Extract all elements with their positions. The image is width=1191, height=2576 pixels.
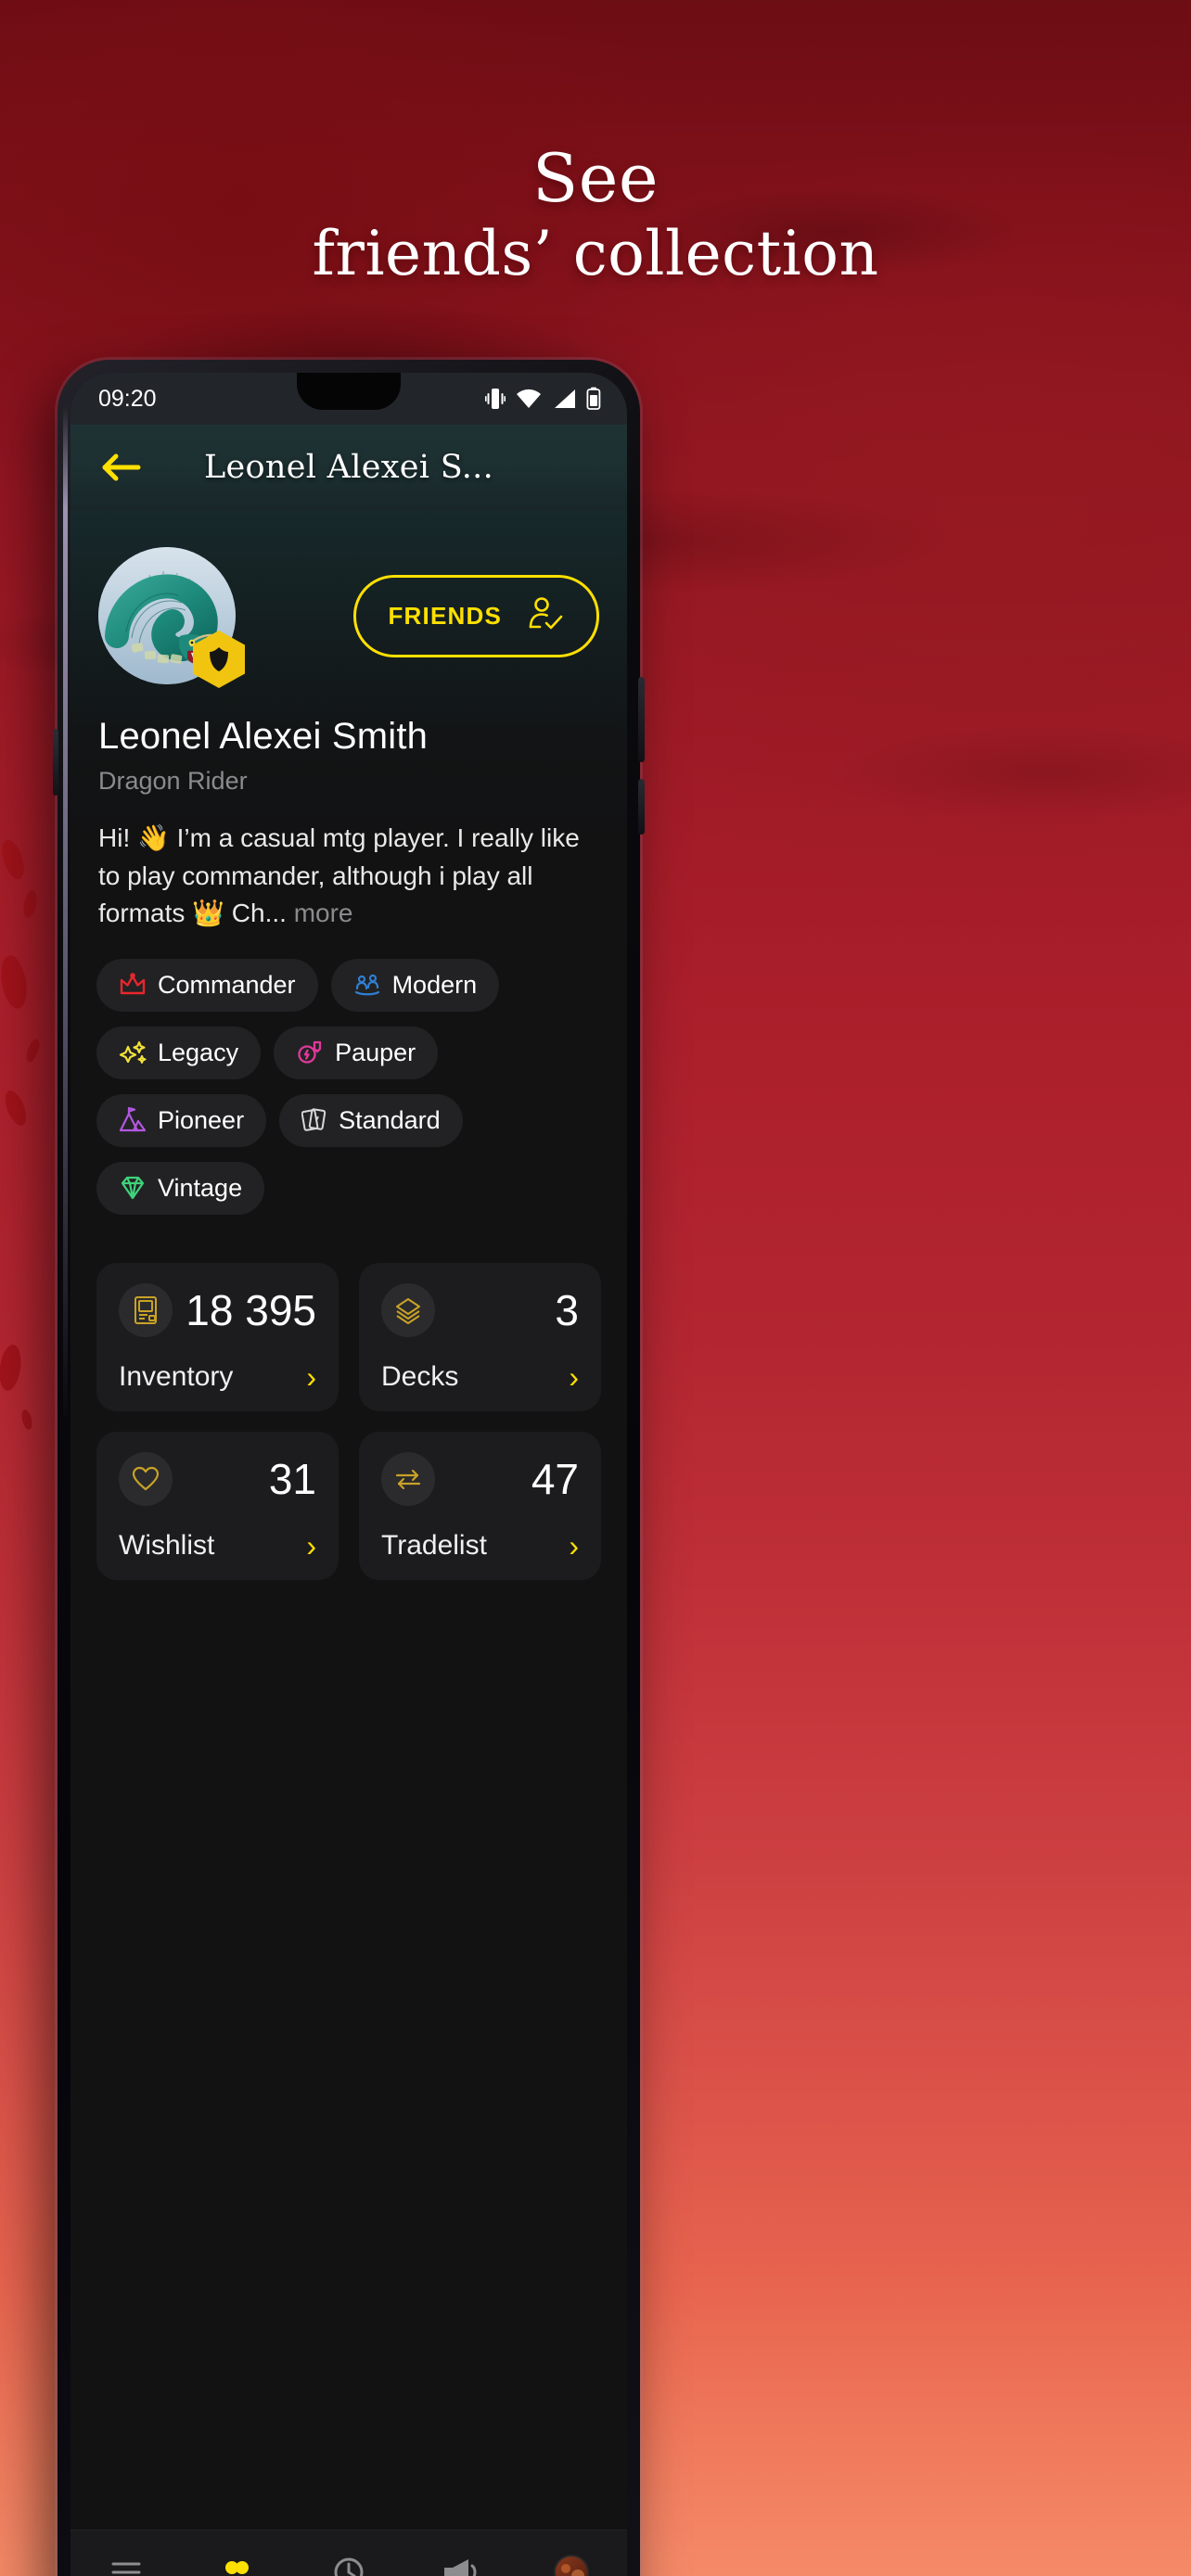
vibrate-icon [485, 387, 506, 411]
nav-item-megaphone[interactable] [404, 2531, 516, 2576]
clock-icon [331, 2555, 366, 2576]
stat-card-tradelist[interactable]: 47 Tradelist › [359, 1431, 601, 1580]
chevron-right-icon[interactable]: › [306, 1362, 316, 1392]
bottom-navigation [70, 2530, 627, 2576]
profile-bio[interactable]: Hi! 👋 I’m a casual mtg player. I really … [70, 796, 627, 933]
stat-card-label: Tradelist [381, 1529, 487, 1561]
stat-card-label: Decks [381, 1360, 459, 1392]
stat-card-label: Inventory [119, 1360, 234, 1392]
stat-card-label: Wishlist [119, 1529, 215, 1561]
profile-icon [553, 2554, 590, 2576]
format-chip-label: Commander [158, 970, 296, 999]
phone-screen: 09:20 Leonel Alexei S... FRIENDS Leonel … [70, 373, 627, 2576]
stat-card-value: 18 395 [186, 1285, 316, 1334]
person-check-icon [526, 594, 565, 638]
stat-card-top: 31 [119, 1451, 316, 1506]
format-chip-label: Vintage [158, 1173, 243, 1202]
headline-line-1: See [531, 139, 660, 217]
format-chip-modern[interactable]: Modern [330, 958, 500, 1012]
friends-button[interactable]: FRIENDS [353, 574, 599, 657]
profile-screen: FRIENDS Leonel Alexei Smith Dragon Rider [70, 510, 627, 2576]
profile-header-row: FRIENDS [70, 510, 627, 688]
display-name: Leonel Alexei Smith [98, 716, 429, 757]
stat-card-wishlist[interactable]: 31 Wishlist › [96, 1431, 339, 1580]
nav-item-profile[interactable] [516, 2531, 627, 2576]
format-chip-legacy[interactable]: Legacy [96, 1026, 262, 1079]
format-chip-pioneer[interactable]: Pioneer [96, 1093, 267, 1147]
phone-left-rim [63, 406, 68, 1426]
stat-card-bottom: Tradelist › [381, 1530, 579, 1562]
format-chip-label: Pauper [335, 1038, 416, 1066]
crown-icon [119, 973, 147, 997]
wifi-icon [516, 389, 542, 409]
megaphone-icon [441, 2557, 480, 2576]
format-chip-label: Legacy [158, 1038, 239, 1066]
stat-card-value: 3 [555, 1285, 579, 1334]
phone-left-button [53, 729, 58, 796]
nav-item-cards[interactable] [182, 2531, 293, 2576]
format-chip-label: Standard [339, 1105, 441, 1134]
status-bar-clock: 09:20 [98, 385, 157, 412]
format-chip-label: Pioneer [158, 1105, 245, 1134]
format-chip-list: Commander Modern Legacy Pauper Pioneer S… [70, 933, 627, 1215]
format-chip-label: Modern [391, 970, 478, 999]
decks-icon [381, 1282, 435, 1337]
format-chip-commander[interactable]: Commander [96, 958, 318, 1012]
stat-card-grid: 18 395 Inventory › 3 Decks › 31 Wishlist… [70, 1215, 627, 1580]
swap-icon [381, 1451, 435, 1506]
sparkles-icon [119, 1039, 147, 1065]
format-chip-vintage[interactable]: Vintage [96, 1161, 265, 1215]
phone-power-button [638, 779, 645, 835]
stat-card-top: 47 [381, 1451, 579, 1506]
mountain-flag-icon [119, 1107, 147, 1133]
name-block: Leonel Alexei Smith Dragon Rider [70, 684, 627, 796]
stat-card-decks[interactable]: 3 Decks › [359, 1262, 601, 1411]
back-arrow-icon[interactable] [95, 441, 147, 493]
nav-item-clock[interactable] [293, 2531, 404, 2576]
stat-card-bottom: Wishlist › [119, 1530, 316, 1562]
signal-icon [552, 389, 576, 409]
stat-card-top: 18 395 [119, 1282, 316, 1337]
camera-notch [297, 373, 401, 410]
page-title: Leonel Alexei S... [203, 449, 494, 486]
heart-icon [119, 1451, 173, 1506]
cards-icon [301, 1107, 327, 1133]
inventory-icon [119, 1282, 173, 1337]
stat-card-value: 47 [531, 1454, 579, 1503]
app-bar: Leonel Alexei S... [70, 425, 627, 510]
chevron-right-icon[interactable]: › [569, 1531, 579, 1561]
status-bar-icons [485, 387, 601, 411]
gem-icon [119, 1175, 147, 1201]
status-bar: 09:20 [70, 373, 627, 425]
battery-icon [586, 387, 601, 411]
stat-card-bottom: Inventory › [119, 1361, 316, 1393]
list-icon [108, 2557, 145, 2576]
headline-line-2: friends’ collection [312, 217, 879, 289]
phone-volume-button [638, 677, 645, 762]
promo-headline: See friends’ collection [0, 139, 1191, 290]
phone-mockup: 09:20 Leonel Alexei S... FRIENDS Leonel … [53, 360, 645, 2576]
stat-card-bottom: Decks › [381, 1361, 579, 1393]
friends-button-label: FRIENDS [388, 601, 502, 630]
stat-card-top: 3 [381, 1282, 579, 1337]
bio-more-link[interactable]: more [294, 899, 353, 927]
avatar-wrapper [98, 547, 245, 688]
stat-card-inventory[interactable]: 18 395 Inventory › [96, 1262, 339, 1411]
chevron-right-icon[interactable]: › [569, 1362, 579, 1392]
profile-subtitle: Dragon Rider [98, 767, 248, 795]
nav-item-list[interactable] [70, 2531, 182, 2576]
cards-stack-icon [217, 2556, 258, 2576]
chevron-right-icon[interactable]: › [306, 1531, 316, 1561]
coin-icon [296, 1039, 324, 1065]
stat-card-value: 31 [268, 1454, 316, 1503]
people-icon [353, 973, 381, 997]
format-chip-standard[interactable]: Standard [279, 1093, 463, 1147]
format-chip-pauper[interactable]: Pauper [274, 1026, 439, 1079]
